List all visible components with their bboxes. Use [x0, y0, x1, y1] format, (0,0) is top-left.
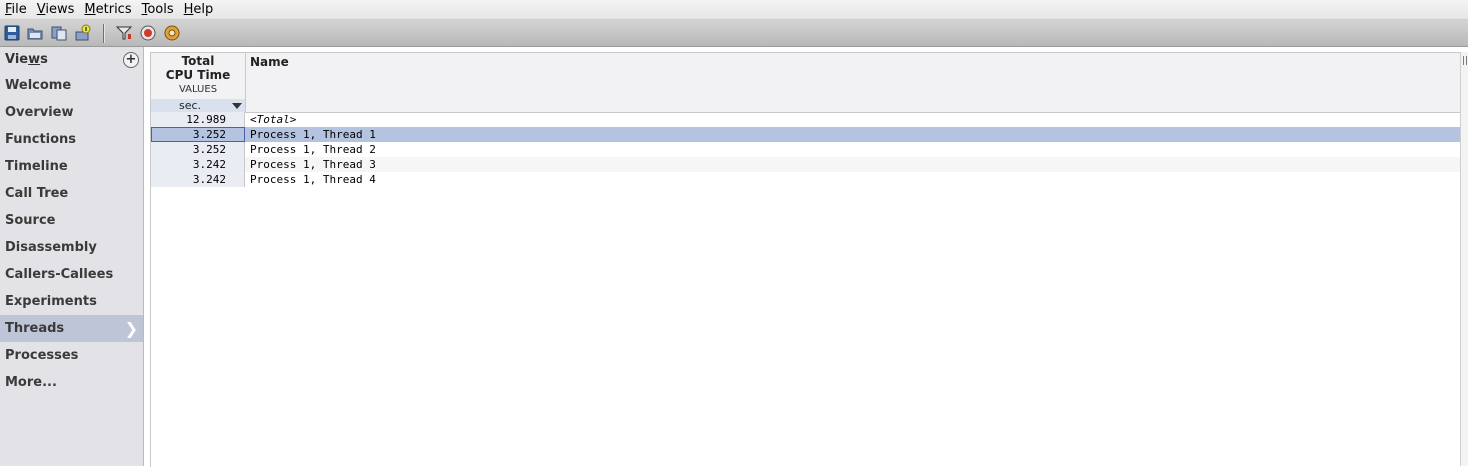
chevron-down-icon [232, 103, 242, 109]
table-row[interactable]: 3.252 Process 1, Thread 2 [151, 142, 1461, 157]
table-body: 12.989 <Total> 3.252 Process 1, Thread 1 3.2… [151, 112, 1461, 187]
sidebar-item-label: Functions [5, 132, 77, 147]
views-sidebar: Views + Welcome Overview Functions Timeline… [0, 47, 144, 466]
chevron-right-icon: ❯ [124, 319, 138, 338]
sidebar-item-label: Timeline [5, 159, 68, 174]
sidebar-item-experiments[interactable]: Experiments [0, 288, 143, 315]
menu-views[interactable]: Views [32, 0, 80, 19]
table-header: Total CPU Time VALUES sec. Name [151, 53, 1461, 113]
sidebar-item-overview[interactable]: Overview [0, 99, 143, 126]
toolbar-separator [103, 24, 105, 43]
name-cell: Process 1, Thread 3 [245, 157, 1461, 172]
menu-metrics[interactable]: Metrics [79, 0, 136, 19]
compare-icon[interactable] [50, 24, 68, 42]
sidebar-item-label: Processes [5, 348, 79, 363]
sidebar-item-label: Source [5, 213, 56, 228]
table-row[interactable]: 3.242 Process 1, Thread 3 [151, 157, 1461, 172]
record-icon[interactable] [139, 24, 157, 42]
sidebar-item-more[interactable]: More... [0, 369, 143, 396]
views-header: Views + [0, 47, 143, 72]
cpu-time-cell: 3.252 [151, 127, 245, 142]
sidebar-item-disassembly[interactable]: Disassembly [0, 234, 143, 261]
open-icon[interactable] [26, 24, 44, 42]
cpu-time-cell: 3.242 [151, 172, 245, 187]
sidebar-item-label: Call Tree [5, 186, 69, 201]
name-cell: Process 1, Thread 1 [245, 127, 1461, 142]
column-grip-icon[interactable]: || [1462, 56, 1468, 66]
menu-file[interactable]: File [0, 0, 32, 19]
menu-help[interactable]: Help [179, 0, 219, 19]
views-title: Views [5, 52, 48, 67]
cpu-time-cell: 12.989 [151, 112, 245, 127]
toolbar [0, 20, 1468, 47]
connect-icon[interactable] [74, 24, 92, 42]
cpu-time-cell: 3.252 [151, 142, 245, 157]
sidebar-item-label: Threads [5, 321, 65, 336]
sidebar-item-source[interactable]: Source [0, 207, 143, 234]
name-cell: <Total> [250, 113, 297, 126]
metric-title: Total CPU Time [165, 54, 231, 82]
sidebar-item-welcome[interactable]: Welcome [0, 72, 143, 99]
metric-column-header[interactable]: Total CPU Time VALUES sec. [151, 53, 246, 112]
sidebar-item-label: More... [5, 375, 57, 390]
sidebar-item-callers-callees[interactable]: Callers-Callees [0, 261, 143, 288]
table-row[interactable]: 12.989 <Total> [151, 112, 1461, 127]
sidebar-item-label: Experiments [5, 294, 97, 309]
name-column-header[interactable]: Name [250, 55, 289, 69]
threads-table: Total CPU Time VALUES sec. Name 12.989 <T… [150, 52, 1461, 467]
metric-unit-dropdown[interactable]: sec. [151, 99, 245, 112]
name-cell: Process 1, Thread 2 [250, 143, 376, 156]
menu-tools[interactable]: Tools [137, 0, 179, 19]
settings-icon[interactable] [163, 24, 181, 42]
sidebar-item-label: Welcome [5, 78, 72, 93]
table-row[interactable]: 3.252 Process 1, Thread 1 [151, 127, 1461, 142]
sidebar-item-processes[interactable]: Processes [0, 342, 143, 369]
table-row[interactable]: 3.242 Process 1, Thread 4 [151, 172, 1461, 187]
menu-bar: File Views Metrics Tools Help [0, 0, 1468, 20]
sidebar-item-call-tree[interactable]: Call Tree [0, 180, 143, 207]
sidebar-item-label: Callers-Callees [5, 267, 114, 282]
cpu-time-cell: 3.242 [151, 157, 245, 172]
sidebar-item-timeline[interactable]: Timeline [0, 153, 143, 180]
sidebar-item-functions[interactable]: Functions [0, 126, 143, 153]
sidebar-item-label: Overview [5, 105, 74, 120]
name-cell: Process 1, Thread 4 [250, 173, 376, 186]
metric-values-label: VALUES [178, 84, 218, 95]
filter-icon[interactable] [115, 24, 133, 42]
add-view-icon[interactable]: + [123, 51, 139, 68]
sidebar-item-label: Disassembly [5, 240, 97, 255]
save-icon[interactable] [3, 24, 21, 42]
right-scrollbar[interactable]: || [1460, 52, 1468, 466]
sidebar-item-threads[interactable]: Threads ❯ [0, 315, 143, 342]
